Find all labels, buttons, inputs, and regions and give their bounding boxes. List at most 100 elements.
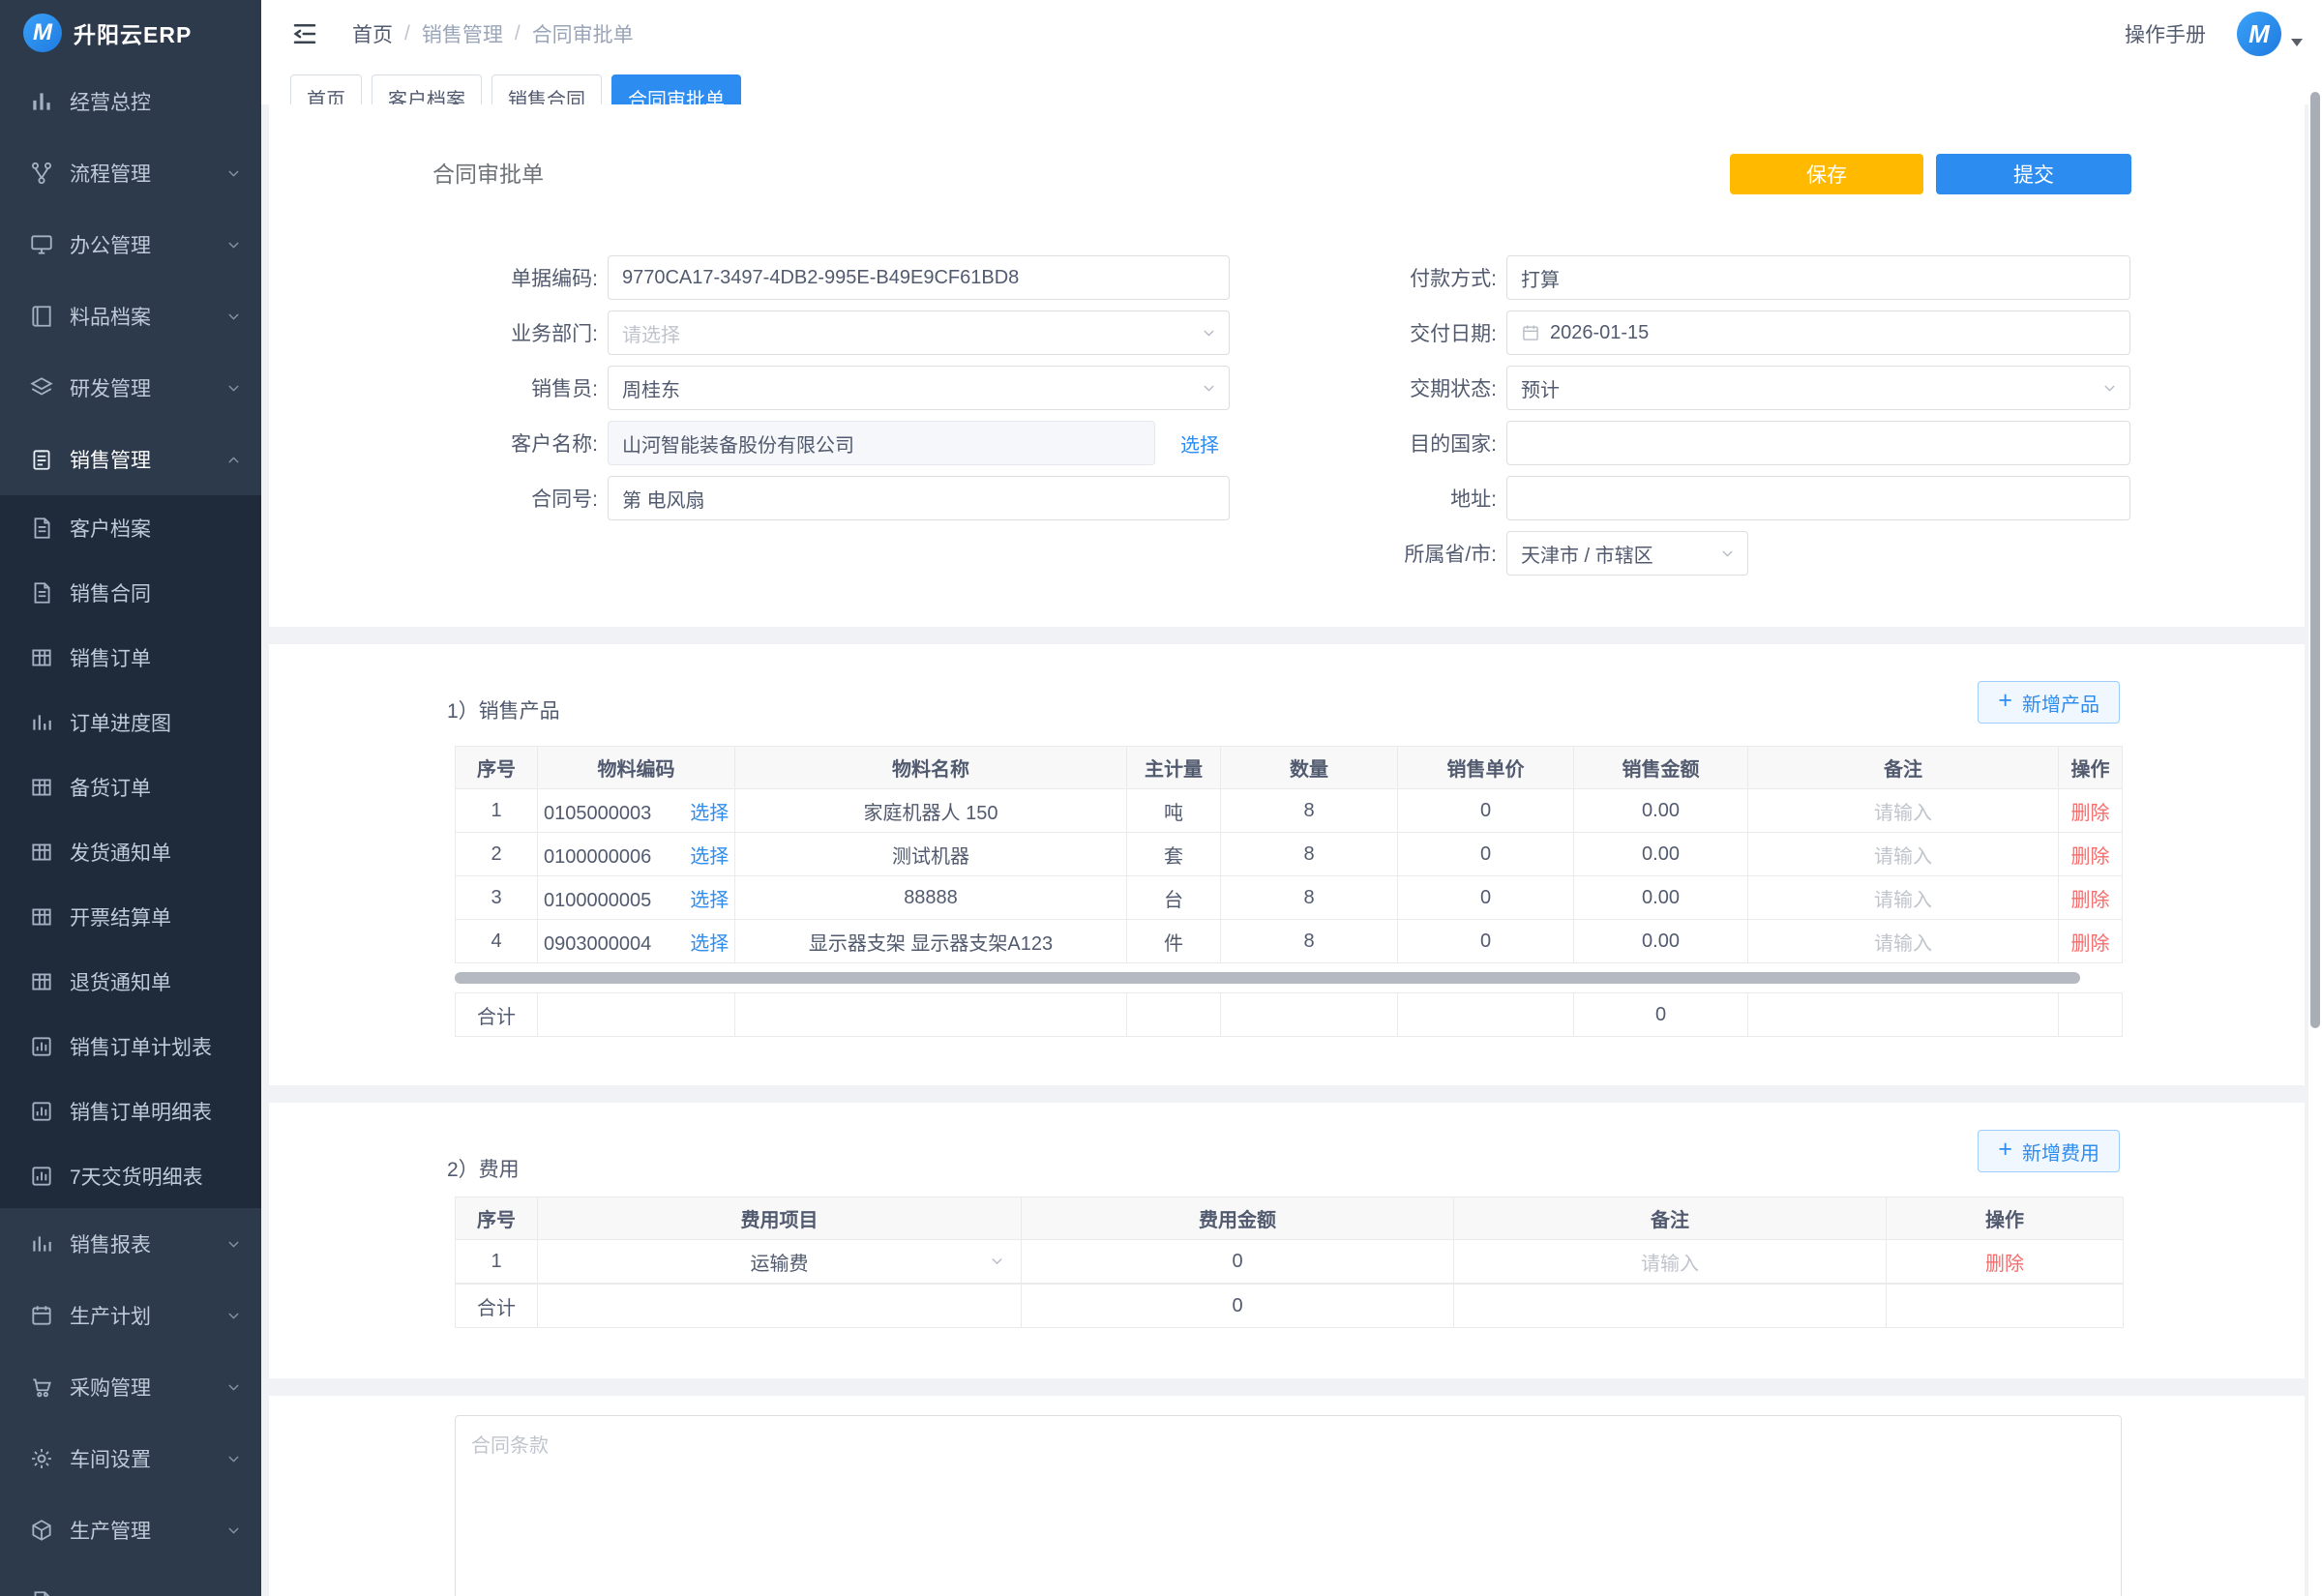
delete-row-link[interactable]: 删除 <box>2071 890 2110 911</box>
sidebar-item[interactable]: 生产计划 <box>0 1280 261 1351</box>
cell-remark: 请输入 <box>1748 876 2059 920</box>
remark-input[interactable]: 请输入 <box>1874 890 1932 911</box>
sidebar-item[interactable]: 办公管理 <box>0 209 261 281</box>
material-code: 0100000006 <box>544 846 651 868</box>
sidebar-item[interactable]: 销售报表 <box>0 1208 261 1280</box>
sidebar-subitem[interactable]: 7天交货明细表 <box>0 1143 261 1208</box>
select-material-link[interactable]: 选择 <box>690 846 729 868</box>
save-button[interactable]: 保存 <box>1730 154 1923 194</box>
tab[interactable]: 合同审批单 <box>611 74 741 104</box>
material-code: 0105000003 <box>544 803 651 824</box>
contract-terms-textarea[interactable]: 合同条款 <box>455 1415 2122 1596</box>
tab[interactable]: 销售合同 <box>491 74 602 104</box>
select-material-link[interactable]: 选择 <box>690 933 729 955</box>
sidebar-item-label: 采购管理 <box>70 1373 151 1402</box>
select-customer-link[interactable]: 选择 <box>1180 429 1219 458</box>
sidebar-item-label: 销售订单计划表 <box>70 1032 212 1061</box>
page-scrollbar[interactable] <box>2308 0 2322 1596</box>
sidebar-subitem[interactable]: 销售订单 <box>0 625 261 690</box>
doc-code-value: 9770CA17-3497-4DB2-995E-B49E9CF61BD8 <box>622 267 1019 289</box>
delete-row-link[interactable]: 删除 <box>2071 803 2110 824</box>
sidebar-subitem[interactable]: 发货通知单 <box>0 819 261 884</box>
chevron-down-icon <box>1719 546 1736 562</box>
remark-input[interactable]: 请输入 <box>1641 1254 1699 1275</box>
payment-method-input[interactable]: 打算 <box>1506 255 2130 300</box>
column-header: 物料编码 <box>538 747 735 789</box>
salesperson-value: 周桂东 <box>622 374 680 402</box>
province-city-value: 天津市 / 市辖区 <box>1521 540 1653 568</box>
product-row: 30100000005选择88888台800.00请输入删除 <box>456 876 2123 920</box>
doc-icon <box>29 516 54 541</box>
cell-actions: 删除 <box>2059 833 2123 876</box>
doc-code-input[interactable]: 9770CA17-3497-4DB2-995E-B49E9CF61BD8 <box>608 255 1230 300</box>
destination-country-input[interactable] <box>1506 421 2130 465</box>
business-dept-select[interactable]: 请选择 <box>608 310 1230 355</box>
sidebar-item[interactable]: 生产管理 <box>0 1494 261 1566</box>
product-row: 40903000004选择显示器支架 显示器支架A123件800.00请输入删除 <box>456 920 2123 963</box>
terms-card: 合同条款 <box>269 1396 2305 1596</box>
cell-index: 2 <box>456 833 538 876</box>
chevron-down-icon <box>225 1308 242 1324</box>
breadcrumb-item[interactable]: 销售管理 <box>422 19 503 48</box>
cell-fee-amount: 0 <box>1022 1240 1454 1284</box>
province-city-select[interactable]: 天津市 / 市辖区 <box>1506 531 1748 576</box>
report-icon <box>29 1099 54 1124</box>
sidebar-subitem[interactable]: 客户档案 <box>0 495 261 560</box>
delivery-date-input[interactable]: 2026-01-15 <box>1506 310 2130 355</box>
avatar[interactable]: M <box>2237 12 2281 56</box>
fee-item-select[interactable]: 运输费 <box>751 1254 809 1275</box>
sidebar-subitem[interactable]: 开票结算单 <box>0 884 261 949</box>
production-icon <box>29 1518 54 1543</box>
sidebar-item[interactable]: 采购管理 <box>0 1351 261 1423</box>
remark-input[interactable]: 请输入 <box>1874 933 1932 955</box>
remark-input[interactable]: 请输入 <box>1874 846 1932 868</box>
sidebar-subitem[interactable]: 销售合同 <box>0 560 261 625</box>
address-input[interactable] <box>1506 476 2130 520</box>
cell-quantity: 8 <box>1221 920 1398 963</box>
remark-input[interactable]: 请输入 <box>1874 803 1932 824</box>
caret-down-icon[interactable] <box>2291 39 2303 46</box>
salesperson-select[interactable]: 周桂东 <box>608 366 1230 410</box>
product-row: 20100000006选择测试机器套800.00请输入删除 <box>456 833 2123 876</box>
sidebar-subitem[interactable]: 销售订单计划表 <box>0 1014 261 1079</box>
tab[interactable]: 客户档案 <box>372 74 482 104</box>
breadcrumb-item[interactable]: 首页 <box>352 19 393 48</box>
delete-row-link[interactable]: 删除 <box>2071 933 2110 955</box>
delete-row-link[interactable]: 删除 <box>1985 1254 2024 1275</box>
sidebar-item[interactable]: 销售管理 <box>0 424 261 495</box>
page-scrollbar-thumb[interactable] <box>2310 92 2320 1028</box>
dashboard-icon <box>29 89 54 114</box>
tab[interactable]: 首页 <box>290 74 362 104</box>
sidebar-subitem[interactable]: 销售订单明细表 <box>0 1079 261 1143</box>
sidebar-subitem[interactable]: 备货订单 <box>0 754 261 819</box>
delete-row-link[interactable]: 删除 <box>2071 846 2110 868</box>
sidebar: M 升阳云ERP 经营总控流程管理办公管理料品档案研发管理销售管理客户档案销售合… <box>0 0 261 1596</box>
cell-remark: 请输入 <box>1748 789 2059 833</box>
cell-unit: 吨 <box>1127 789 1221 833</box>
cell-unit: 台 <box>1127 876 1221 920</box>
sidebar-item[interactable] <box>0 1566 261 1596</box>
delivery-status-select[interactable]: 预计 <box>1506 366 2130 410</box>
sidebar-subitem[interactable]: 退货通知单 <box>0 949 261 1014</box>
sidebar-item[interactable]: 车间设置 <box>0 1423 261 1494</box>
customer-name-input[interactable]: 山河智能装备股份有限公司 <box>608 421 1155 465</box>
submit-button[interactable]: 提交 <box>1936 154 2131 194</box>
sidebar-item[interactable]: 研发管理 <box>0 352 261 424</box>
sidebar-item-label: 研发管理 <box>70 373 151 402</box>
manual-link[interactable]: 操作手册 <box>2125 19 2206 48</box>
contract-no-input[interactable]: 第 电风扇 <box>608 476 1230 520</box>
h-scrollbar-thumb[interactable] <box>455 972 2080 984</box>
add-fee-button[interactable]: + 新增费用 <box>1978 1130 2120 1172</box>
sidebar-item-label: 流程管理 <box>70 159 151 188</box>
sidebar-item[interactable]: 料品档案 <box>0 281 261 352</box>
select-material-link[interactable]: 选择 <box>690 890 729 911</box>
add-product-button[interactable]: + 新增产品 <box>1978 681 2120 724</box>
customer-name-label: 客户名称: <box>269 429 608 458</box>
sidebar-subitem[interactable]: 订单进度图 <box>0 690 261 754</box>
sidebar-item[interactable]: 流程管理 <box>0 137 261 209</box>
collapse-menu-icon[interactable] <box>290 19 319 48</box>
breadcrumb-separator: / <box>515 22 521 45</box>
select-material-link[interactable]: 选择 <box>690 803 729 824</box>
sidebar-item[interactable]: 经营总控 <box>0 66 261 137</box>
column-header: 操作 <box>1887 1197 2124 1240</box>
